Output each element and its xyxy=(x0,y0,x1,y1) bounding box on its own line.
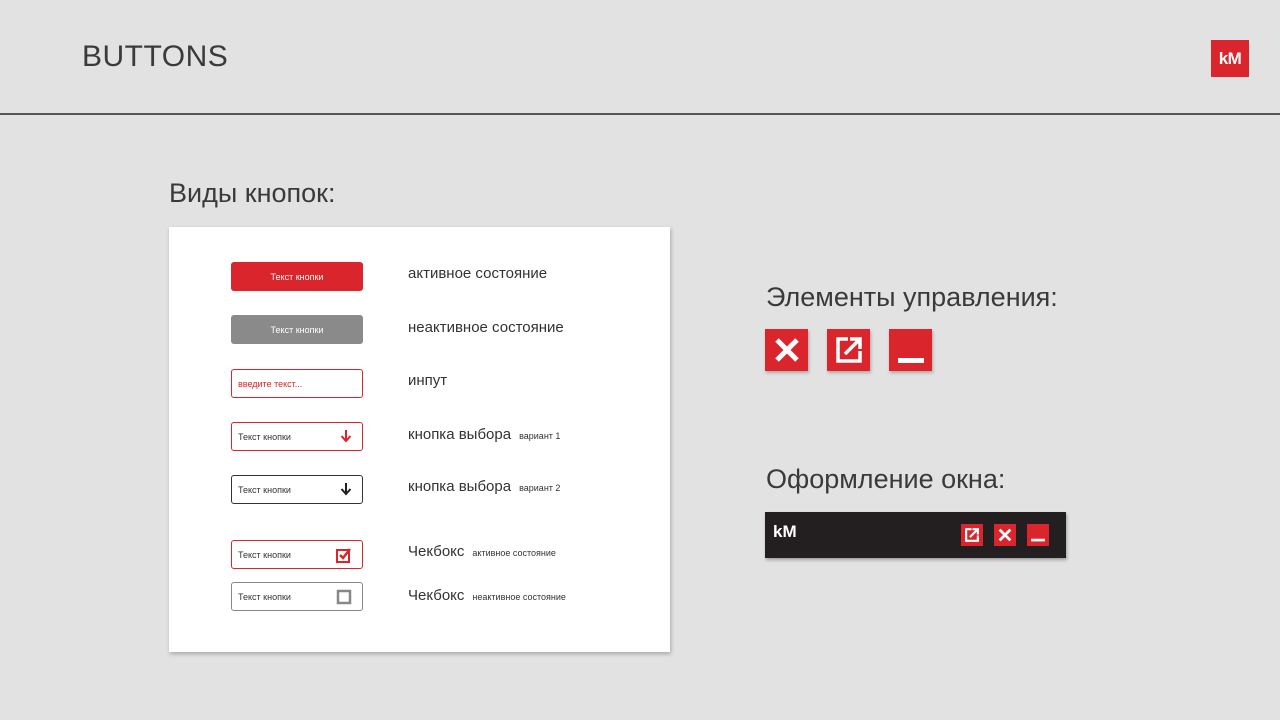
section-title-window: Оформление окна: xyxy=(766,464,1006,494)
text-input-demo[interactable]: введите текст... xyxy=(231,369,363,398)
minimize-icon xyxy=(1031,538,1045,542)
desc-inactive: неактивное состояние xyxy=(408,319,564,336)
close-button[interactable] xyxy=(765,329,808,371)
external-link-icon xyxy=(965,528,979,542)
close-icon xyxy=(774,338,799,362)
close-icon xyxy=(998,528,1012,542)
desc-input-text: инпут xyxy=(408,372,448,389)
desc-checkbox-inactive-note: неактивное состояние xyxy=(472,592,566,602)
arrow-down-icon xyxy=(340,483,352,496)
checkbox-active-demo[interactable]: Текст кнопки xyxy=(231,540,363,569)
open-external-button[interactable] xyxy=(827,329,870,371)
checkbox-empty-icon[interactable] xyxy=(336,589,352,605)
button-types-card: Текст кнопки активное состояние Текст кн… xyxy=(169,227,670,652)
window-close-button[interactable] xyxy=(994,524,1016,546)
desc-checkbox-inactive-text: Чекбокс xyxy=(408,587,465,604)
checkbox-checked-icon[interactable] xyxy=(336,547,352,563)
header-divider xyxy=(0,113,1280,115)
page-title: BUTTONS xyxy=(82,40,229,73)
external-link-icon xyxy=(835,337,862,363)
select-v2-label: Текст кнопки xyxy=(238,484,291,495)
section-title-controls: Элементы управления: xyxy=(766,282,1058,312)
desc-select-v2: кнопка выбора вариант 2 xyxy=(408,478,560,495)
minimize-button[interactable] xyxy=(889,329,932,371)
desc-checkbox-inactive: Чекбокс неактивное состояние xyxy=(408,587,566,604)
desc-inactive-text: неактивное состояние xyxy=(408,319,564,336)
select-v1-label: Текст кнопки xyxy=(238,431,291,442)
window-minimize-button[interactable] xyxy=(1027,524,1049,546)
desc-checkbox-active-text: Чекбокс xyxy=(408,543,465,560)
desc-select-v1: кнопка выбора вариант 1 xyxy=(408,426,560,443)
section-title-button-types: Виды кнопок: xyxy=(169,178,336,208)
inactive-button-demo[interactable]: Текст кнопки xyxy=(231,315,363,344)
active-button-demo[interactable]: Текст кнопки xyxy=(231,262,363,291)
desc-select-v2-note: вариант 2 xyxy=(519,483,561,493)
window-open-external-button[interactable] xyxy=(961,524,983,546)
select-button-v2-demo[interactable]: Текст кнопки xyxy=(231,475,363,504)
checkbox-inactive-label: Текст кнопки xyxy=(238,591,291,602)
desc-input: инпут xyxy=(408,372,447,389)
desc-select-v1-text: кнопка выбора xyxy=(408,426,512,443)
desc-checkbox-active-note: активное состояние xyxy=(472,548,556,558)
minimize-icon xyxy=(897,358,924,363)
logo: kM xyxy=(1211,40,1249,77)
desc-select-v1-note: вариант 1 xyxy=(519,431,561,441)
desc-select-v2-text: кнопка выбора xyxy=(408,478,512,495)
window-title-bar: kM xyxy=(765,512,1066,558)
desc-active: активное состояние xyxy=(408,265,547,282)
arrow-down-icon xyxy=(340,430,352,443)
checkbox-active-label: Текст кнопки xyxy=(238,549,291,560)
desc-checkbox-active: Чекбокс активное состояние xyxy=(408,543,556,560)
logo-text: kM xyxy=(1218,48,1242,68)
checkbox-inactive-demo[interactable]: Текст кнопки xyxy=(231,582,363,611)
desc-active-text: активное состояние xyxy=(408,265,548,282)
select-button-v1-demo[interactable]: Текст кнопки xyxy=(231,422,363,451)
window-logo: kM xyxy=(773,522,797,541)
